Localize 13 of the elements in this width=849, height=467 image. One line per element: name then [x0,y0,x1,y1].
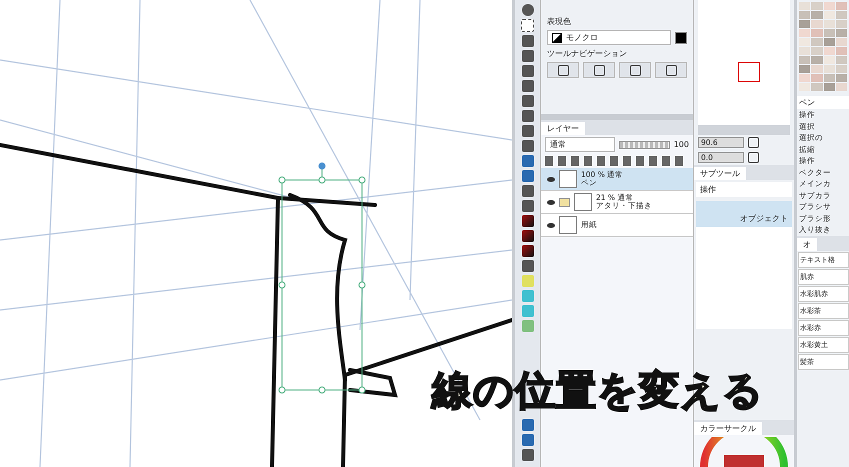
sub-tool-item[interactable]: オブジェクト [696,201,792,227]
material-tab[interactable]: オ [797,238,817,250]
color-mode-dropdown[interactable]: モノクロ [547,30,671,45]
tool-navigation-label: ツールナビゲーション [547,48,628,59]
tool-name: ペン [797,96,849,109]
color-mode-label: 表現色 [547,16,572,27]
layer-tab[interactable]: レイヤー [541,122,585,135]
color-circle-tab[interactable]: カラーサークル [694,422,762,435]
sub-tool-tab[interactable]: サブツール [694,167,746,180]
subtitle-caption: 線の位置を変える [432,367,764,416]
sub-tool-group-tab[interactable]: 操作 [696,182,792,197]
blend-mode-dropdown[interactable]: 通常 [545,137,615,152]
opacity-value[interactable]: 100 [674,140,689,149]
